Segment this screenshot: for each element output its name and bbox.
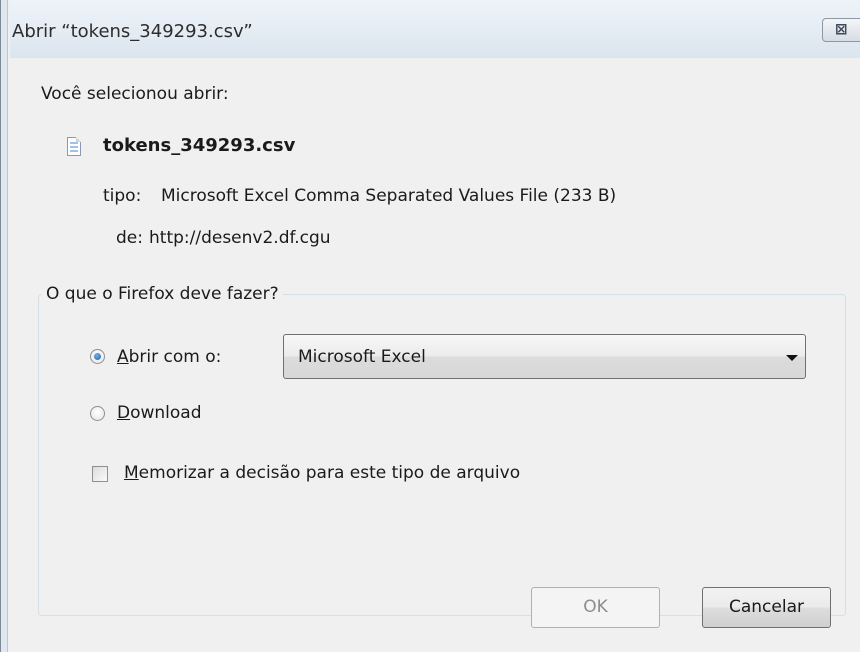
open-with-label-text: brir com o: — [128, 347, 222, 367]
ok-button[interactable]: OK — [531, 587, 660, 628]
close-button[interactable]: ⊠ — [822, 18, 860, 42]
download-accel: D — [117, 403, 131, 423]
dialog-body: Você selecionou abrir: tokens_349293.csv… — [10, 58, 860, 652]
file-type-value: Microsoft Excel Comma Separated Values F… — [161, 186, 617, 206]
file-source-value: http://desenv2.df.cgu — [149, 228, 331, 248]
application-select[interactable]: Microsoft Excel — [283, 334, 806, 379]
title-bar[interactable]: Abrir “tokens_349293.csv” ⊠ — [0, 0, 860, 58]
application-select-value: Microsoft Excel — [298, 347, 426, 367]
action-group-legend: O que o Firefox deve fazer? — [42, 284, 283, 304]
intro-text: Você selecionou abrir: — [41, 84, 229, 104]
file-type-label: tipo: — [103, 186, 142, 206]
open-with-radio[interactable] — [90, 349, 105, 364]
cancel-button[interactable]: Cancelar — [702, 587, 831, 628]
download-radio[interactable] — [90, 406, 105, 421]
file-name: tokens_349293.csv — [103, 135, 296, 156]
window-frame-left — [0, 0, 10, 652]
download-label-text: ownload — [130, 403, 202, 423]
remember-decision-checkbox[interactable] — [92, 466, 108, 482]
remember-label-text: emorizar a decisão para este tipo de arq… — [138, 463, 521, 483]
open-with-label[interactable]: Abrir com o: — [117, 347, 221, 367]
download-label[interactable]: Download — [117, 403, 202, 423]
file-source-label: de: — [116, 228, 143, 248]
download-dialog-window: Abrir “tokens_349293.csv” ⊠ Você selecio… — [0, 0, 860, 652]
dropdown-arrow-icon — [786, 355, 798, 361]
open-with-accel: A — [117, 347, 129, 367]
document-icon — [67, 137, 81, 156]
remember-decision-label[interactable]: Memorizar a decisão para este tipo de ar… — [124, 463, 520, 483]
window-title: Abrir “tokens_349293.csv” — [12, 21, 253, 42]
close-icon: ⊠ — [835, 20, 848, 38]
remember-accel: M — [124, 463, 139, 483]
